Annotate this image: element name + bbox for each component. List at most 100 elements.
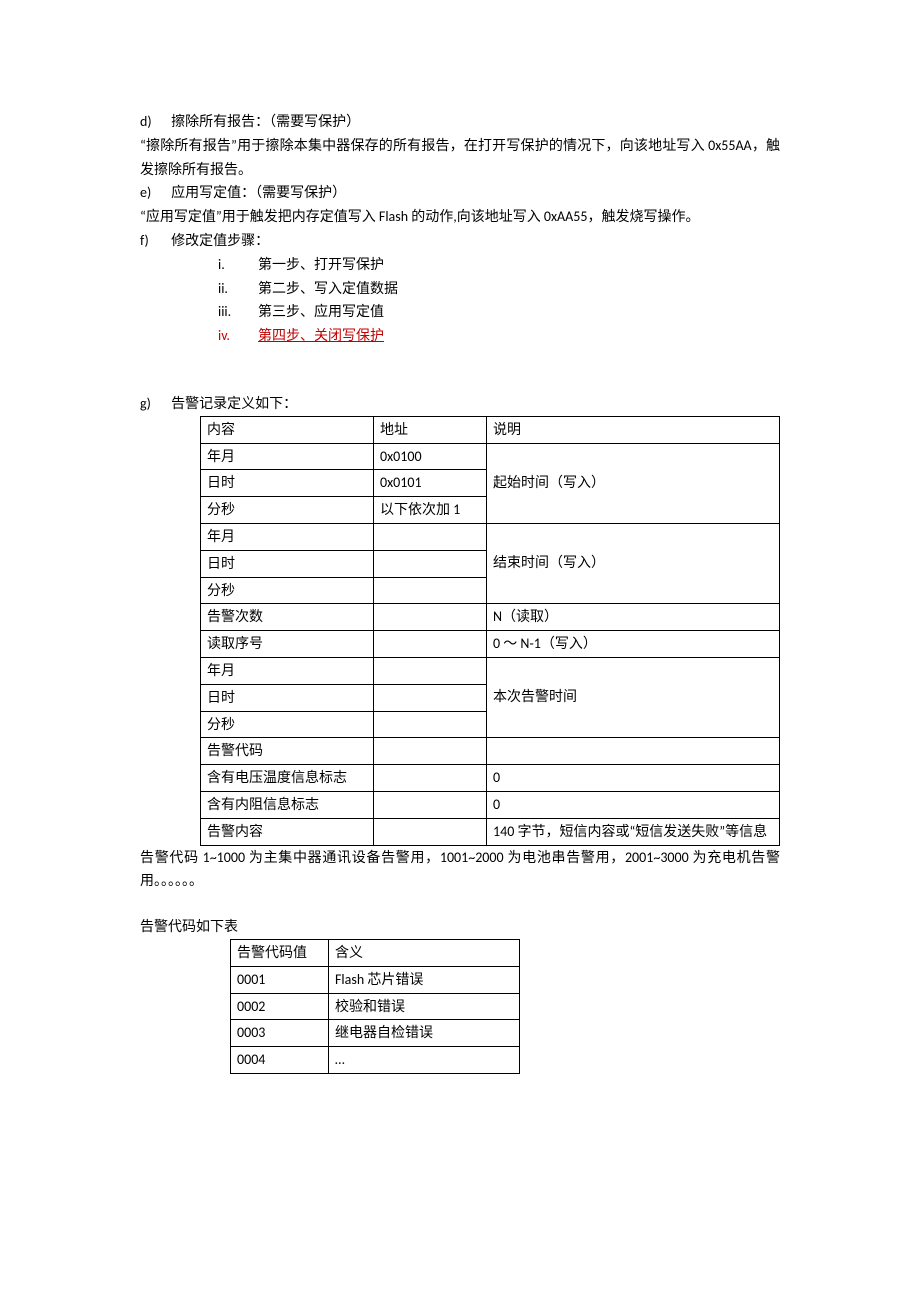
cell-desc (487, 711, 780, 738)
cell-address: 以下依次加 1 (374, 497, 487, 524)
table-row: 含有内阻信息标志0 (201, 791, 780, 818)
cell-address (374, 577, 487, 604)
th-meaning: 含义 (329, 939, 520, 966)
cell-content: 年月 (201, 523, 374, 550)
alarm-code-table: 告警代码值 含义 0001Flash 芯片错误0002校验和错误0003继电器自… (230, 939, 520, 1074)
item-d-title: d) 擦除所有报告：（需要写保护） (140, 110, 780, 134)
cell-desc (487, 738, 780, 765)
item-d-title-text: 擦除所有报告：（需要写保护） (171, 113, 360, 130)
step-text: 第二步、写入定值数据 (258, 280, 398, 297)
cell-meaning: Flash 芯片错误 (329, 966, 520, 993)
cell-content: 告警代码 (201, 738, 374, 765)
cell-desc (487, 523, 780, 550)
th-desc: 说明 (487, 416, 780, 443)
doc-content: d) 擦除所有报告：（需要写保护） “擦除所有报告”用于擦除本集中器保存的所有报… (140, 110, 780, 1074)
cell-content: 日时 (201, 470, 374, 497)
item-e-title: e) 应用写定值：（需要写保护） (140, 181, 780, 205)
item-f-marker: f) (140, 229, 168, 253)
table-row: 分秒以下依次加 1 (201, 497, 780, 524)
table-row: 告警代码值 含义 (231, 939, 520, 966)
cell-desc: N（读取） (487, 604, 780, 631)
item-g-title-text: 告警记录定义如下： (171, 395, 297, 412)
cell-address (374, 604, 487, 631)
cell-code: 0002 (231, 993, 329, 1020)
cell-address (374, 657, 487, 684)
table-row: 日时 本次告警时间 (201, 684, 780, 711)
cell-content: 读取序号 (201, 631, 374, 658)
th-content: 内容 (201, 416, 374, 443)
cell-content: 分秒 (201, 711, 374, 738)
cell-address: 0x0100 (374, 443, 487, 470)
cell-address: 0x0101 (374, 470, 487, 497)
cell-desc: 0 (487, 791, 780, 818)
steps-list: i.第一步、打开写保护 ii.第二步、写入定值数据 iii.第三步、应用写定值 … (140, 253, 780, 348)
table-row: 分秒 (201, 577, 780, 604)
cell-content: 分秒 (201, 497, 374, 524)
cell-content: 分秒 (201, 577, 374, 604)
cell-content: 告警次数 (201, 604, 374, 631)
cell-desc: 本次告警时间 (487, 684, 780, 711)
table-row: 日时0x0101起始时间（写入） (201, 470, 780, 497)
step-text: 第一步、打开写保护 (258, 256, 384, 273)
step-marker: iv. (218, 324, 258, 348)
cell-desc: 0 (487, 765, 780, 792)
cell-desc (487, 443, 780, 470)
list-item: iv.第四步、关闭写保护 (218, 324, 780, 348)
item-e-title-text: 应用写定值：（需要写保护） (171, 184, 346, 201)
step-marker: iii. (218, 300, 258, 324)
table-row: 告警内容 140 字节，短信内容或“短信发送失败”等信息 (201, 818, 780, 845)
cell-meaning: … (329, 1047, 520, 1074)
cell-desc (487, 657, 780, 684)
table-row: 0004… (231, 1047, 520, 1074)
cell-address (374, 791, 487, 818)
alarm-table: 内容 地址 说明 年月0x0100日时0x0101起始时间（写入）分秒以下依次加… (200, 416, 780, 846)
item-g-marker: g) (140, 392, 168, 416)
cell-address (374, 818, 487, 845)
cell-meaning: 继电器自检错误 (329, 1020, 520, 1047)
cell-address (374, 711, 487, 738)
alarm-code-table-title: 告警代码如下表 (140, 915, 780, 939)
cell-desc (487, 497, 780, 524)
cell-desc (487, 577, 780, 604)
item-d-marker: d) (140, 110, 168, 134)
cell-address (374, 684, 487, 711)
table-row: 分秒 (201, 711, 780, 738)
step-text: 第三步、应用写定值 (258, 303, 384, 320)
table-row: 告警次数 N（读取） (201, 604, 780, 631)
table-row: 年月 (201, 523, 780, 550)
list-item: ii.第二步、写入定值数据 (218, 277, 780, 301)
table-row: 内容 地址 说明 (201, 416, 780, 443)
table-row: 0002校验和错误 (231, 993, 520, 1020)
cell-code: 0004 (231, 1047, 329, 1074)
table-row: 读取序号 0 ～ N-1（写入） (201, 631, 780, 658)
cell-content: 年月 (201, 443, 374, 470)
cell-content: 年月 (201, 657, 374, 684)
table-row: 0003继电器自检错误 (231, 1020, 520, 1047)
cell-desc: 起始时间（写入） (487, 470, 780, 497)
table-row: 年月0x0100 (201, 443, 780, 470)
step-text: 第四步、关闭写保护 (258, 327, 384, 344)
cell-content: 告警内容 (201, 818, 374, 845)
cell-desc: 140 字节，短信内容或“短信发送失败”等信息 (487, 818, 780, 845)
step-marker: i. (218, 253, 258, 277)
table-row: 日时结束时间（写入） (201, 550, 780, 577)
cell-content: 日时 (201, 684, 374, 711)
cell-address (374, 523, 487, 550)
alarm-code-note: 告警代码 1~1000 为主集中器通讯设备告警用，1001~2000 为电池串告… (140, 846, 780, 894)
list-item: iii.第三步、应用写定值 (218, 300, 780, 324)
item-d-body: “擦除所有报告”用于擦除本集中器保存的所有报告，在打开写保护的情况下，向该地址写… (140, 134, 780, 182)
table-row: 告警代码 (201, 738, 780, 765)
item-f-title-text: 修改定值步骤： (171, 232, 269, 249)
cell-desc: 0 ～ N-1（写入） (487, 631, 780, 658)
cell-code: 0001 (231, 966, 329, 993)
item-e-marker: e) (140, 181, 168, 205)
cell-content: 日时 (201, 550, 374, 577)
cell-address (374, 631, 487, 658)
item-g-title: g) 告警记录定义如下： (140, 392, 780, 416)
cell-address (374, 765, 487, 792)
list-item: i.第一步、打开写保护 (218, 253, 780, 277)
th-code: 告警代码值 (231, 939, 329, 966)
cell-code: 0003 (231, 1020, 329, 1047)
cell-content: 含有电压温度信息标志 (201, 765, 374, 792)
table-row: 含有电压温度信息标志 0 (201, 765, 780, 792)
